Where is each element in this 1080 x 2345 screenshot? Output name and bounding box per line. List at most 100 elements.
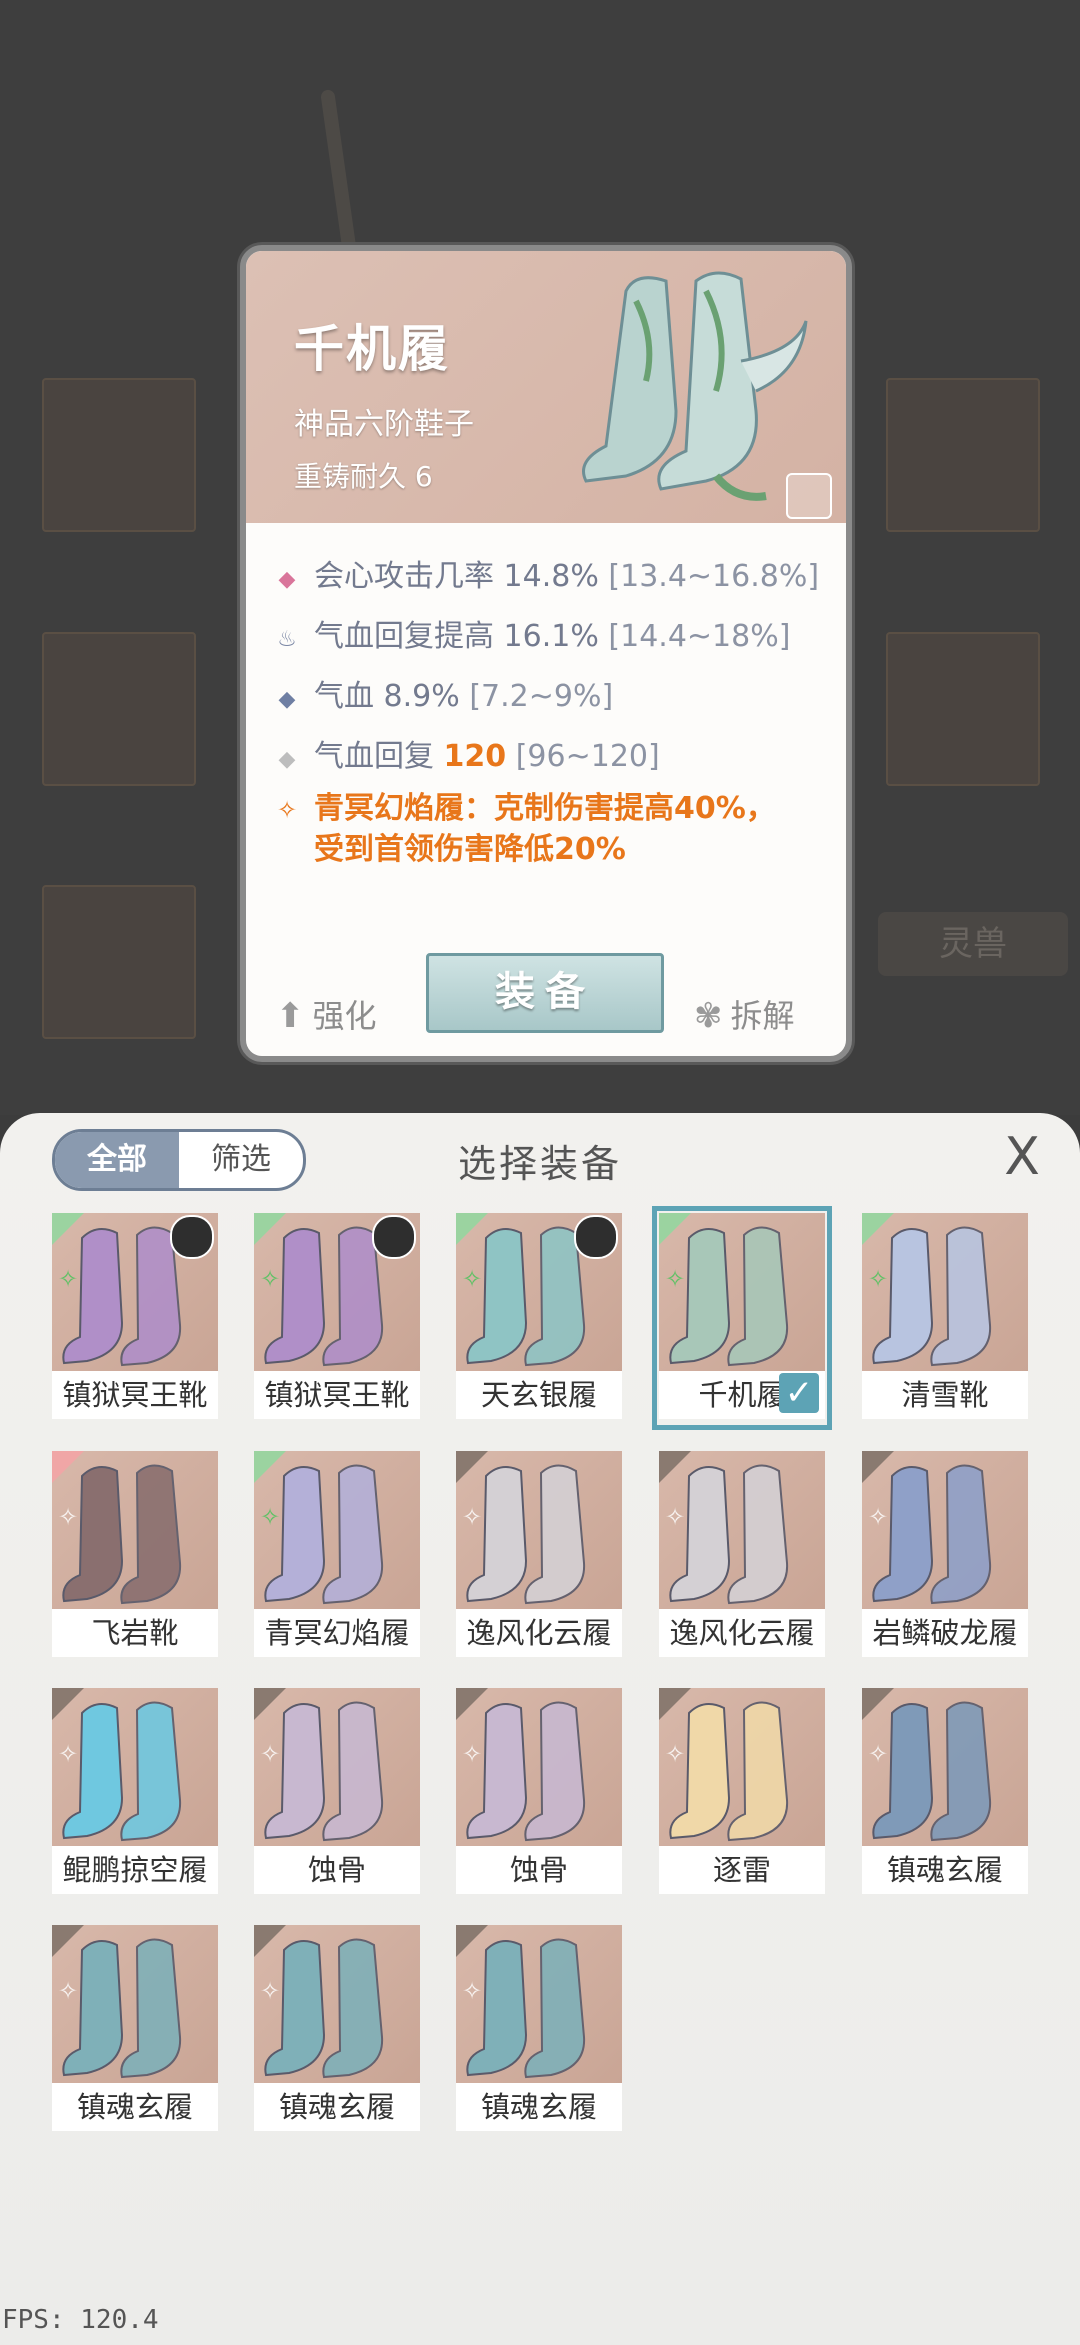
- set-mark-icon: ✧: [58, 1977, 79, 2005]
- equipment-item[interactable]: ✧ 清雪靴: [862, 1213, 1028, 1423]
- close-icon[interactable]: X: [994, 1129, 1050, 1185]
- stat-value: 120: [443, 739, 507, 774]
- set-mark-icon: ✧: [868, 1740, 889, 1768]
- equipment-detail-card: 千机履 神品六阶鞋子 重铸耐久 6 ◆ 会心攻击几率 14.8% [13.4~16…: [240, 245, 852, 1062]
- stat-row: ◆ 气血 8.9% [7.2~9%]: [274, 671, 614, 715]
- stat-row: ◆ 气血回复 120 [96~120]: [274, 731, 660, 775]
- set-bonus-line2: 受到首领伤害降低20%: [314, 832, 626, 867]
- equipment-item-name: 青冥幻焰履: [254, 1609, 420, 1657]
- fps-counter: FPS: 120.4: [2, 2305, 159, 2335]
- equipment-item[interactable]: ✧ 逸风化云履: [659, 1451, 825, 1661]
- equipment-select-panel: 全部 筛选 选择装备 X ✧ 镇狱冥王靴 ✧ 镇狱冥王靴 ✧ 天玄银履 ✧ 千机履 ✓ ✧ 清雪靴 ✧…: [0, 1113, 1080, 2345]
- equipment-item-name: 镇狱冥王靴: [254, 1371, 420, 1419]
- equipment-item[interactable]: ✧ 镇魂玄履: [52, 1925, 218, 2135]
- equipment-item[interactable]: ✧ 镇狱冥王靴: [52, 1213, 218, 1423]
- set-mark-icon: ✧: [58, 1265, 79, 1293]
- equipment-item[interactable]: ✧ 镇魂玄履: [862, 1688, 1028, 1898]
- equipment-name: 千机履: [294, 320, 450, 378]
- equipment-item-name: 镇魂玄履: [456, 2083, 622, 2131]
- spirit-beast-tab: 灵兽: [878, 912, 1068, 976]
- set-mark-icon: ✧: [665, 1503, 686, 1531]
- equipment-item[interactable]: ✧ 逐雷: [659, 1688, 825, 1898]
- set-bonus-line1: 青冥幻焰履：克制伤害提高40%，: [314, 791, 776, 826]
- lock-icon[interactable]: [786, 473, 832, 519]
- set-mark-icon: ✧: [58, 1740, 79, 1768]
- equipment-item-name: 逐雷: [659, 1846, 825, 1894]
- equipment-item-name: 蚀骨: [456, 1846, 622, 1894]
- set-mark-icon: ✧: [868, 1503, 889, 1531]
- set-bonus-text: ✧ 青冥幻焰履：克制伤害提高40%， 受到首领伤害降低20%: [274, 789, 776, 870]
- stat-value: 16.1%: [503, 619, 599, 654]
- equip-button[interactable]: 装备: [426, 953, 664, 1033]
- background-weapon-slot: [42, 378, 196, 532]
- stat-row: ◆ 会心攻击几率 14.8% [13.4~16.8%]: [274, 551, 820, 595]
- set-mark-icon: ✧: [462, 1977, 483, 2005]
- card-header: 千机履 神品六阶鞋子 重铸耐久 6: [246, 251, 846, 523]
- enhance-button[interactable]: ⬆ 强化: [276, 991, 377, 1037]
- equipment-item[interactable]: ✧ 鲲鹏掠空履: [52, 1688, 218, 1898]
- equipment-item-name: 镇魂玄履: [862, 1846, 1028, 1894]
- stat-label: 气血回复提高: [314, 619, 494, 654]
- set-mark-icon: ✧: [868, 1265, 889, 1293]
- disassemble-label: 拆解: [730, 997, 795, 1035]
- equipment-item[interactable]: ✧ 飞岩靴: [52, 1451, 218, 1661]
- equipment-item[interactable]: ✧ 天玄银履: [456, 1213, 622, 1423]
- background-boots-slot: [42, 885, 196, 1039]
- equipment-durability: 重铸耐久 6: [294, 460, 433, 493]
- set-mark-icon: ✧: [665, 1740, 686, 1768]
- stat-range: [13.4~16.8%]: [608, 559, 820, 594]
- set-mark-icon: ✧: [260, 1265, 281, 1293]
- stat-range: [96~120]: [515, 739, 660, 774]
- equipment-item[interactable]: ✧ 千机履 ✓: [652, 1206, 832, 1430]
- set-mark-icon: ✧: [462, 1740, 483, 1768]
- set-mark-icon: ✧: [462, 1265, 483, 1293]
- equipment-item[interactable]: ✧ 镇魂玄履: [254, 1925, 420, 2135]
- equipment-item-name: 逸风化云履: [659, 1609, 825, 1657]
- equipment-item[interactable]: ✧ 镇魂玄履: [456, 1925, 622, 2135]
- enhance-label: 强化: [312, 997, 377, 1035]
- hp-diamond-icon: ◆: [278, 687, 296, 712]
- stat-value: 8.9%: [383, 679, 460, 714]
- equipment-item[interactable]: ✧ 岩鳞破龙履: [862, 1451, 1028, 1661]
- background-accessory-slot: [886, 378, 1040, 532]
- stat-range: [7.2~9%]: [469, 679, 614, 714]
- equipment-item-name: 岩鳞破龙履: [862, 1609, 1028, 1657]
- equipment-item-name: 鲲鹏掠空履: [52, 1846, 218, 1894]
- equipment-item-name: 逸风化云履: [456, 1609, 622, 1657]
- set-mark-icon: ✧: [665, 1265, 686, 1293]
- stat-label: 气血回复: [314, 739, 434, 774]
- checkmark-icon: ✓: [779, 1373, 819, 1413]
- equipment-item[interactable]: ✧ 青冥幻焰履: [254, 1451, 420, 1661]
- equipment-item-name: 飞岩靴: [52, 1609, 218, 1657]
- arrow-up-icon: ⬆: [276, 996, 305, 1036]
- equipment-item[interactable]: ✧ 蚀骨: [456, 1688, 622, 1898]
- equipment-item-name: 镇魂玄履: [52, 2083, 218, 2131]
- set-mark-icon: ✧: [260, 1740, 281, 1768]
- hp-regen-diamond-icon: ◆: [278, 747, 296, 772]
- set-mark-icon: ✧: [260, 1977, 281, 2005]
- stat-range: [14.4~18%]: [608, 619, 791, 654]
- stat-label: 会心攻击几率: [314, 559, 494, 594]
- equipment-item-name: 镇狱冥王靴: [52, 1371, 218, 1419]
- background-armor-slot: [42, 632, 196, 786]
- background-ring-slot: [886, 632, 1040, 786]
- stat-row: ♨ 气血回复提高 16.1% [14.4~18%]: [274, 611, 790, 655]
- crit-diamond-icon: ◆: [278, 567, 296, 592]
- owner-avatar: [372, 1215, 416, 1259]
- equipment-item-name: 天玄银履: [456, 1371, 622, 1419]
- equipment-item-name: 蚀骨: [254, 1846, 420, 1894]
- stat-label: 气血: [314, 679, 374, 714]
- equipment-item-name: 镇魂玄履: [254, 2083, 420, 2131]
- disassemble-button[interactable]: ✾ 拆解: [694, 991, 795, 1037]
- hp-regen-flame-icon: ♨: [277, 627, 297, 652]
- equipment-item-name: 清雪靴: [862, 1371, 1028, 1419]
- set-mark-icon: ✧: [260, 1503, 281, 1531]
- equipment-item[interactable]: ✧ 镇狱冥王靴: [254, 1213, 420, 1423]
- equipment-item[interactable]: ✧ 逸风化云履: [456, 1451, 622, 1661]
- owner-avatar: [170, 1215, 214, 1259]
- owner-avatar: [574, 1215, 618, 1259]
- stat-value: 14.8%: [503, 559, 599, 594]
- set-mark-icon: ✧: [462, 1503, 483, 1531]
- panel-title: 选择装备: [457, 1142, 622, 1186]
- equipment-item[interactable]: ✧ 蚀骨: [254, 1688, 420, 1898]
